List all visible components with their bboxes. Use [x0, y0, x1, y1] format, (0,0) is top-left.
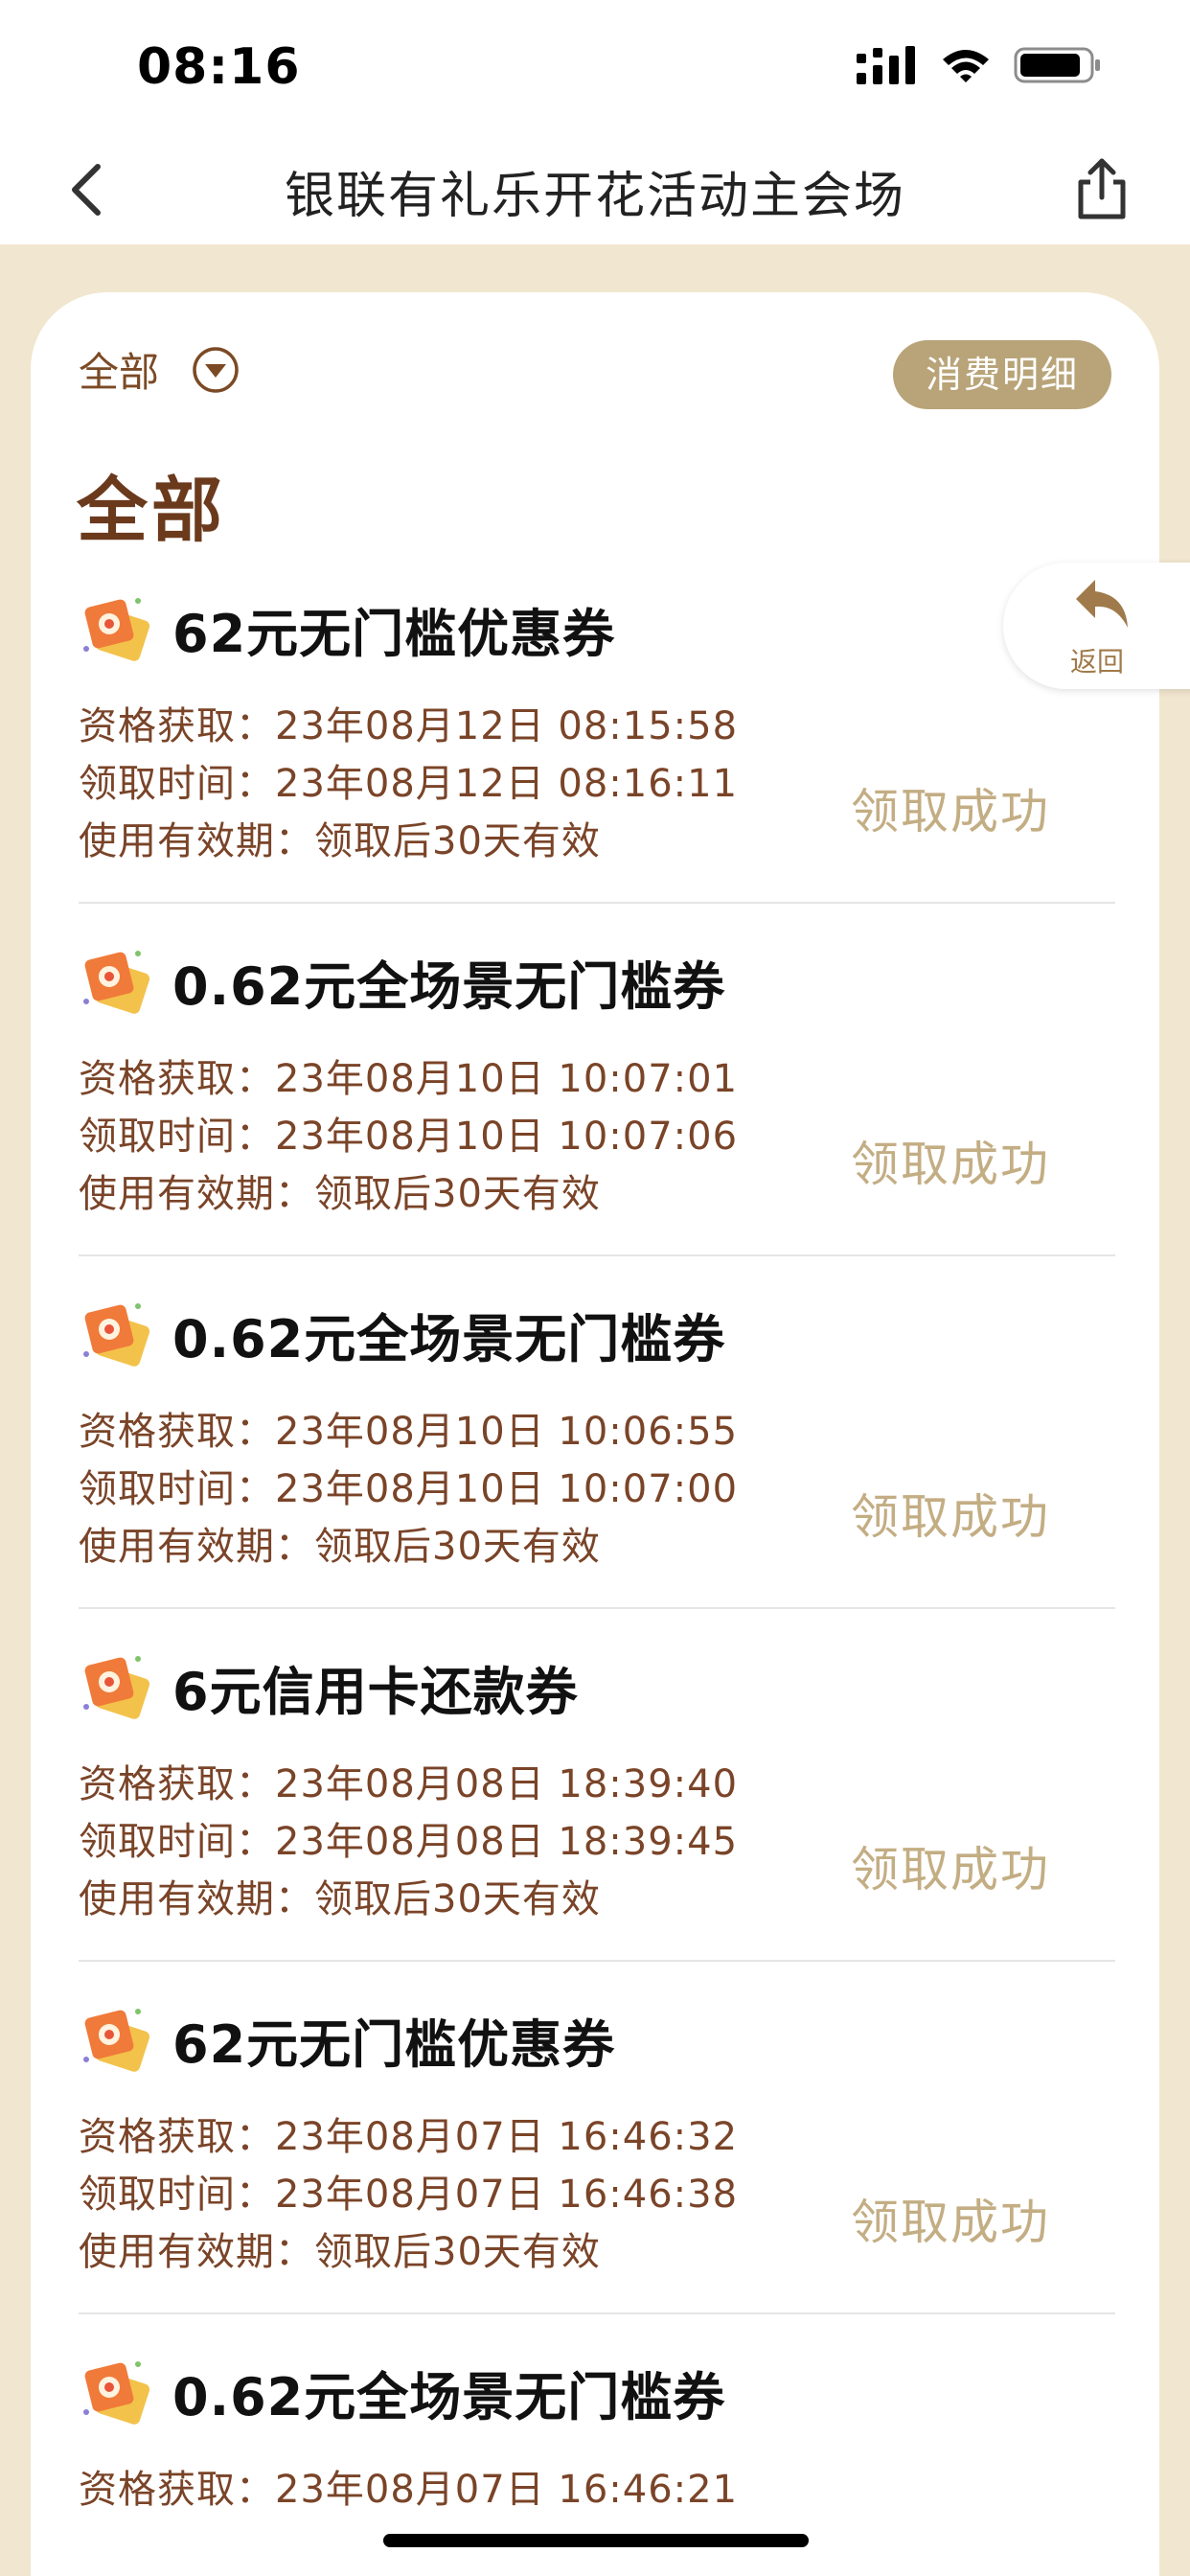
- coupon-item[interactable]: 62元无门槛优惠券 资格获取：23年08月07日 16:46:32 领取时间：2…: [79, 1962, 1115, 2314]
- coupon-icon: [83, 2361, 150, 2425]
- coupon-title: 62元无门槛优惠券: [172, 2014, 616, 2075]
- return-arrow-icon: [1076, 580, 1128, 628]
- status-time: 08:16: [137, 38, 301, 96]
- status-label: 领取成功: [851, 1489, 1050, 1545]
- qualify-time: 资格获取：23年08月07日 16:46:32: [79, 2115, 739, 2159]
- status-bar: 08:16: [0, 0, 1190, 134]
- status-label: 领取成功: [851, 784, 1050, 840]
- status-label: 领取成功: [851, 2195, 1050, 2250]
- coupon-item[interactable]: 62元无门槛优惠券 资格获取：23年08月12日 08:15:58 领取时间：2…: [79, 551, 1115, 904]
- coupon-item[interactable]: 0.62元全场景无门槛券 资格获取：23年08月10日 10:07:01 领取时…: [79, 904, 1115, 1256]
- receive-time: 领取时间：23年08月10日 10:07:06: [79, 1115, 739, 1159]
- page-title: 银联有礼乐开花活动主会场: [284, 168, 905, 225]
- battery-icon: [1014, 47, 1100, 83]
- validity: 使用有效期：领取后30天有效: [79, 819, 601, 863]
- coupon-icon: [83, 1656, 150, 1719]
- validity: 使用有效期：领取后30天有效: [79, 1525, 601, 1569]
- coupon-list: 62元无门槛优惠券 资格获取：23年08月12日 08:15:58 领取时间：2…: [79, 551, 1115, 2576]
- coupon-item[interactable]: 6元信用卡还款券 资格获取：23年08月08日 18:39:40 领取时间：23…: [79, 1609, 1115, 1962]
- share-button[interactable]: [1073, 155, 1131, 222]
- coupon-icon: [83, 1303, 150, 1367]
- home-indicator: [383, 2534, 809, 2547]
- status-label: 领取成功: [851, 1137, 1050, 1192]
- share-icon: [1078, 158, 1126, 219]
- records-card: 全部 消费明细 全部 62元无门槛优惠券 资格获取：23年08月12日 08:1…: [31, 292, 1159, 2576]
- qualify-time: 资格获取：23年08月10日 10:07:01: [79, 1057, 739, 1101]
- coupon-title: 0.62元全场景无门槛券: [172, 2367, 726, 2427]
- coupon-icon: [83, 951, 150, 1014]
- status-icons: [857, 46, 1102, 84]
- filter-label: 全部: [79, 349, 160, 396]
- dropdown-circle-icon: [193, 346, 239, 393]
- nav-bar: 银联有礼乐开花活动主会场: [0, 134, 1190, 244]
- receive-time: 领取时间：23年08月10日 10:07:00: [79, 1467, 739, 1511]
- section-title: 全部: [77, 470, 226, 552]
- wifi-icon: [943, 50, 989, 82]
- validity: 使用有效期：领取后30天有效: [79, 2230, 601, 2274]
- coupon-icon: [83, 2009, 150, 2072]
- coupon-title: 0.62元全场景无门槛券: [172, 956, 726, 1017]
- qualify-time: 资格获取：23年08月07日 16:46:21: [79, 2468, 739, 2512]
- coupon-title: 0.62元全场景无门槛券: [172, 1309, 726, 1369]
- status-label: 领取成功: [851, 1842, 1050, 1898]
- coupon-icon: [83, 598, 150, 661]
- receive-time: 领取时间：23年08月08日 18:39:45: [79, 1820, 739, 1864]
- validity: 使用有效期：领取后30天有效: [79, 1877, 601, 1921]
- cellular-signal-icon: [857, 46, 915, 84]
- qualify-time: 资格获取：23年08月10日 10:06:55: [79, 1410, 739, 1454]
- qualify-time: 资格获取：23年08月08日 18:39:40: [79, 1762, 739, 1806]
- coupon-item[interactable]: 0.62元全场景无门槛券 资格获取：23年08月10日 10:06:55 领取时…: [79, 1256, 1115, 1609]
- float-return-label: 返回: [1070, 646, 1125, 678]
- filter-dropdown[interactable]: 全部: [79, 340, 240, 399]
- consumption-detail-button[interactable]: 消费明细: [892, 340, 1111, 409]
- receive-time: 领取时间：23年08月07日 16:46:38: [79, 2173, 739, 2217]
- coupon-title: 62元无门槛优惠券: [172, 604, 616, 664]
- validity: 使用有效期：领取后30天有效: [79, 1172, 601, 1216]
- receive-time: 领取时间：23年08月12日 08:16:11: [79, 762, 739, 806]
- coupon-title: 6元信用卡还款券: [172, 1662, 579, 1722]
- qualify-time: 资格获取：23年08月12日 08:15:58: [79, 704, 739, 748]
- float-return-button[interactable]: 返回: [1003, 563, 1190, 689]
- screen: 08:16 银联有礼乐开花活动主会场 全部 消费明细 全部 62元无门槛优惠券 …: [0, 0, 1190, 2576]
